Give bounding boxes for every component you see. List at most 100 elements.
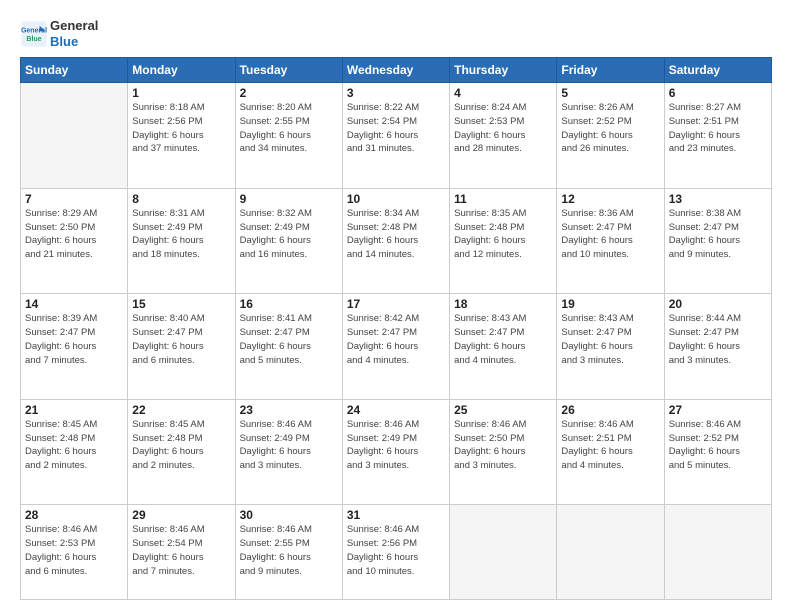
column-header-thursday: Thursday: [450, 58, 557, 83]
day-number: 16: [240, 297, 338, 311]
week-row-4: 21 Sunrise: 8:45 AMSunset: 2:48 PMDayligh…: [21, 399, 772, 505]
calendar-cell: 18Sunrise: 8:43 AMSunset: 2:47 PMDayligh…: [450, 294, 557, 400]
calendar-cell: 7Sunrise: 8:29 AMSunset: 2:50 PMDaylight…: [21, 188, 128, 294]
calendar-cell: [557, 505, 664, 600]
calendar-cell: 1Sunrise: 8:18 AMSunset: 2:56 PMDaylight…: [128, 83, 235, 189]
calendar-cell: [21, 83, 128, 189]
calendar-cell: 8Sunrise: 8:31 AMSunset: 2:49 PMDaylight…: [128, 188, 235, 294]
day-number: 18: [454, 297, 552, 311]
calendar-cell: 2Sunrise: 8:20 AMSunset: 2:55 PMDaylight…: [235, 83, 342, 189]
day-info: Sunrise: 8:45 AMSunset: 2:48 PMDaylight:…: [132, 418, 230, 473]
calendar-cell: 25Sunrise: 8:46 AMSunset: 2:50 PMDayligh…: [450, 399, 557, 505]
calendar-cell: 4Sunrise: 8:24 AMSunset: 2:53 PMDaylight…: [450, 83, 557, 189]
day-info: Sunrise: 8:29 AMSunset: 2:50 PMDaylight:…: [25, 207, 123, 262]
day-info: Sunrise: 8:46 AMSunset: 2:53 PMDaylight:…: [25, 523, 123, 578]
day-number: 2: [240, 86, 338, 100]
day-number: 30: [240, 508, 338, 522]
day-number: 22: [132, 403, 230, 417]
calendar-cell: 11Sunrise: 8:35 AMSunset: 2:48 PMDayligh…: [450, 188, 557, 294]
day-info: Sunrise: 8:38 AMSunset: 2:47 PMDaylight:…: [669, 207, 767, 262]
calendar-cell: 3Sunrise: 8:22 AMSunset: 2:54 PMDaylight…: [342, 83, 449, 189]
calendar-cell: 22Sunrise: 8:45 AMSunset: 2:48 PMDayligh…: [128, 399, 235, 505]
column-header-saturday: Saturday: [664, 58, 771, 83]
day-info: Sunrise: 8:46 AMSunset: 2:55 PMDaylight:…: [240, 523, 338, 578]
day-number: 5: [561, 86, 659, 100]
day-number: 21: [25, 403, 123, 417]
day-info: Sunrise: 8:41 AMSunset: 2:47 PMDaylight:…: [240, 312, 338, 367]
calendar-cell: 31Sunrise: 8:46 AMSunset: 2:56 PMDayligh…: [342, 505, 449, 600]
day-number: 19: [561, 297, 659, 311]
calendar-table: SundayMondayTuesdayWednesdayThursdayFrid…: [20, 57, 772, 600]
day-number: 24: [347, 403, 445, 417]
calendar-cell: [450, 505, 557, 600]
day-info: Sunrise: 8:26 AMSunset: 2:52 PMDaylight:…: [561, 101, 659, 156]
day-number: 17: [347, 297, 445, 311]
calendar-cell: 29Sunrise: 8:46 AMSunset: 2:54 PMDayligh…: [128, 505, 235, 600]
calendar-cell: 26Sunrise: 8:46 AMSunset: 2:51 PMDayligh…: [557, 399, 664, 505]
calendar-cell: 17Sunrise: 8:42 AMSunset: 2:47 PMDayligh…: [342, 294, 449, 400]
day-number: 8: [132, 192, 230, 206]
day-info: Sunrise: 8:43 AMSunset: 2:47 PMDaylight:…: [561, 312, 659, 367]
day-number: 6: [669, 86, 767, 100]
calendar-cell: 24Sunrise: 8:46 AMSunset: 2:49 PMDayligh…: [342, 399, 449, 505]
day-number: 20: [669, 297, 767, 311]
day-info: Sunrise: 8:46 AMSunset: 2:51 PMDaylight:…: [561, 418, 659, 473]
logo-text: General Blue: [50, 18, 98, 49]
day-info: Sunrise: 8:42 AMSunset: 2:47 PMDaylight:…: [347, 312, 445, 367]
day-info: Sunrise: 8:20 AMSunset: 2:55 PMDaylight:…: [240, 101, 338, 156]
day-number: 12: [561, 192, 659, 206]
day-number: 26: [561, 403, 659, 417]
day-number: 25: [454, 403, 552, 417]
page: General Blue General Blue SundayMondayTu…: [0, 0, 792, 612]
day-info: Sunrise: 8:46 AMSunset: 2:49 PMDaylight:…: [347, 418, 445, 473]
day-number: 3: [347, 86, 445, 100]
day-number: 31: [347, 508, 445, 522]
day-info: Sunrise: 8:32 AMSunset: 2:49 PMDaylight:…: [240, 207, 338, 262]
day-info: Sunrise: 8:46 AMSunset: 2:50 PMDaylight:…: [454, 418, 552, 473]
day-number: 28: [25, 508, 123, 522]
day-number: 1: [132, 86, 230, 100]
day-info: Sunrise: 8:36 AMSunset: 2:47 PMDaylight:…: [561, 207, 659, 262]
column-header-sunday: Sunday: [21, 58, 128, 83]
day-info: Sunrise: 8:44 AMSunset: 2:47 PMDaylight:…: [669, 312, 767, 367]
calendar-cell: 23Sunrise: 8:46 AMSunset: 2:49 PMDayligh…: [235, 399, 342, 505]
week-row-2: 7Sunrise: 8:29 AMSunset: 2:50 PMDaylight…: [21, 188, 772, 294]
calendar-cell: 16Sunrise: 8:41 AMSunset: 2:47 PMDayligh…: [235, 294, 342, 400]
svg-text:Blue: Blue: [26, 36, 41, 43]
week-row-5: 28Sunrise: 8:46 AMSunset: 2:53 PMDayligh…: [21, 505, 772, 600]
day-info: Sunrise: 8:22 AMSunset: 2:54 PMDaylight:…: [347, 101, 445, 156]
logo-line1: General: [50, 18, 98, 33]
day-info: Sunrise: 8:18 AMSunset: 2:56 PMDaylight:…: [132, 101, 230, 156]
week-row-3: 14Sunrise: 8:39 AMSunset: 2:47 PMDayligh…: [21, 294, 772, 400]
day-number: 4: [454, 86, 552, 100]
calendar-cell: 28Sunrise: 8:46 AMSunset: 2:53 PMDayligh…: [21, 505, 128, 600]
calendar-cell: 21Sunrise: 8:45 AMSunset: 2:48 PMDayligh…: [21, 399, 128, 505]
day-info: Sunrise: 8:39 AMSunset: 2:47 PMDaylight:…: [25, 312, 123, 367]
calendar-cell: 19Sunrise: 8:43 AMSunset: 2:47 PMDayligh…: [557, 294, 664, 400]
calendar-header-row: SundayMondayTuesdayWednesdayThursdayFrid…: [21, 58, 772, 83]
calendar-cell: 5Sunrise: 8:26 AMSunset: 2:52 PMDaylight…: [557, 83, 664, 189]
calendar-cell: 15Sunrise: 8:40 AMSunset: 2:47 PMDayligh…: [128, 294, 235, 400]
column-header-wednesday: Wednesday: [342, 58, 449, 83]
week-row-1: 1Sunrise: 8:18 AMSunset: 2:56 PMDaylight…: [21, 83, 772, 189]
day-info: Sunrise: 8:35 AMSunset: 2:48 PMDaylight:…: [454, 207, 552, 262]
day-number: 7: [25, 192, 123, 206]
column-header-tuesday: Tuesday: [235, 58, 342, 83]
day-number: 15: [132, 297, 230, 311]
day-number: 23: [240, 403, 338, 417]
logo-line2: Blue: [50, 34, 78, 49]
day-number: 29: [132, 508, 230, 522]
day-info: Sunrise: 8:24 AMSunset: 2:53 PMDaylight:…: [454, 101, 552, 156]
calendar-cell: 14Sunrise: 8:39 AMSunset: 2:47 PMDayligh…: [21, 294, 128, 400]
calendar-cell: 6Sunrise: 8:27 AMSunset: 2:51 PMDaylight…: [664, 83, 771, 189]
calendar-cell: 30Sunrise: 8:46 AMSunset: 2:55 PMDayligh…: [235, 505, 342, 600]
day-number: 10: [347, 192, 445, 206]
calendar-cell: 27Sunrise: 8:46 AMSunset: 2:52 PMDayligh…: [664, 399, 771, 505]
day-info: Sunrise: 8:27 AMSunset: 2:51 PMDaylight:…: [669, 101, 767, 156]
header: General Blue General Blue: [20, 18, 772, 49]
day-number: 11: [454, 192, 552, 206]
day-info: Sunrise: 8:40 AMSunset: 2:47 PMDaylight:…: [132, 312, 230, 367]
calendar-cell: 12Sunrise: 8:36 AMSunset: 2:47 PMDayligh…: [557, 188, 664, 294]
day-number: 9: [240, 192, 338, 206]
day-number: 27: [669, 403, 767, 417]
